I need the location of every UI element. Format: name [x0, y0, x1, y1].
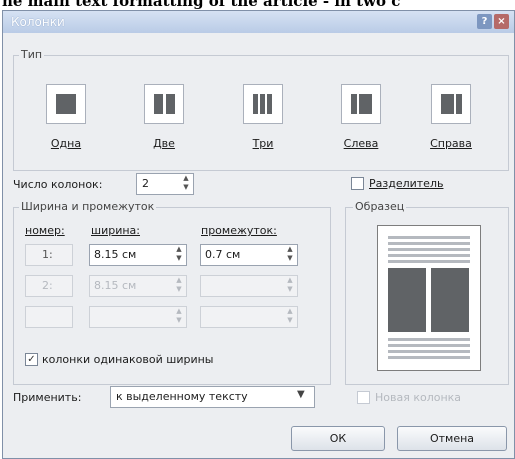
preset-three-label: Три: [252, 137, 274, 150]
chevron-down-icon: ▼: [297, 389, 305, 400]
columns-dialog: Колонки ? × Тип Одна Две Три Слева Справ…: [2, 10, 515, 459]
apply-label: Применить:: [13, 391, 82, 404]
right-column-icon: [431, 84, 471, 124]
dialog-title: Колонки: [11, 15, 65, 29]
preview-group-label: Образец: [353, 200, 407, 213]
left-column-icon: [341, 84, 381, 124]
preset-right-button[interactable]: [431, 84, 471, 124]
column-1-width-input[interactable]: 8.15 см ▲ ▼: [89, 244, 187, 266]
apply-select[interactable]: к выделенному тексту ▼: [110, 386, 315, 408]
column-2-width-input[interactable]: 8.15 см ▲ ▼: [89, 275, 187, 297]
column-3-spacing-input[interactable]: ▲ ▼: [200, 306, 298, 328]
separator-label: Разделитель: [369, 177, 444, 190]
width-spacing-group-label: Ширина и промежуток: [19, 200, 157, 213]
three-columns-icon: [243, 84, 283, 124]
columns-count-stepper[interactable]: 2 ▲ ▼: [136, 173, 194, 195]
apply-value: к выделенному тексту: [116, 390, 248, 403]
column-3-width-input[interactable]: ▲ ▼: [89, 306, 187, 328]
spin-arrows-icon[interactable]: ▲ ▼: [172, 245, 186, 265]
preset-one-button[interactable]: [46, 84, 86, 124]
preview-column-2: [431, 268, 469, 332]
column-2-spacing-input[interactable]: ▲ ▼: [200, 275, 298, 297]
preset-two-label: Две: [153, 137, 175, 150]
new-column-label: Новая колонка: [375, 391, 462, 404]
preset-right-label: Справа: [430, 137, 472, 150]
preset-three-button[interactable]: [243, 84, 283, 124]
column-1-spacing-input[interactable]: 0.7 см ▲ ▼: [200, 244, 298, 266]
spin-arrows-icon[interactable]: ▲ ▼: [283, 245, 297, 265]
document-heading-fragment: he main text formatting of the article -…: [2, 0, 401, 10]
close-icon[interactable]: ×: [494, 14, 509, 29]
ok-button[interactable]: ОК: [291, 426, 385, 451]
new-column-checkbox[interactable]: [357, 391, 370, 404]
equal-width-label: колонки одинаковой ширины: [42, 353, 214, 366]
column-1-width-value: 8.15 см: [94, 248, 137, 261]
preset-left-label: Слева: [343, 137, 379, 150]
columns-count-label: Число колонок:: [13, 178, 103, 191]
width-header: ширина:: [91, 224, 140, 237]
columns-count-value: 2: [142, 177, 149, 190]
type-group-label: Тип: [19, 48, 45, 61]
spin-arrows-icon[interactable]: ▲ ▼: [172, 307, 186, 327]
spin-arrows-icon[interactable]: ▲ ▼: [283, 276, 297, 296]
spacing-header: промежуток:: [201, 224, 277, 237]
spin-arrows-icon[interactable]: ▲ ▼: [283, 307, 297, 327]
preview-page: [377, 225, 481, 371]
spin-arrows-icon[interactable]: ▲ ▼: [172, 276, 186, 296]
column-number-2: 2:: [25, 275, 73, 297]
cancel-button[interactable]: Отмена: [397, 426, 507, 451]
column-1-spacing-value: 0.7 см: [205, 248, 241, 261]
preview-column-1: [388, 268, 426, 332]
title-bar: Колонки ? ×: [3, 11, 514, 33]
column-number-3: [25, 306, 73, 328]
two-columns-icon: [144, 84, 184, 124]
preset-one-label: Одна: [50, 137, 82, 150]
column-2-width-value: 8.15 см: [94, 279, 137, 292]
number-header: номер:: [25, 224, 65, 237]
spin-arrows-icon[interactable]: ▲ ▼: [179, 174, 193, 194]
separator-checkbox[interactable]: [351, 177, 364, 190]
one-column-icon: [46, 84, 86, 124]
help-icon[interactable]: ?: [477, 14, 492, 29]
preset-two-button[interactable]: [144, 84, 184, 124]
column-number-1: 1:: [25, 244, 73, 266]
equal-width-checkbox[interactable]: ✓: [25, 353, 38, 366]
preset-left-button[interactable]: [341, 84, 381, 124]
